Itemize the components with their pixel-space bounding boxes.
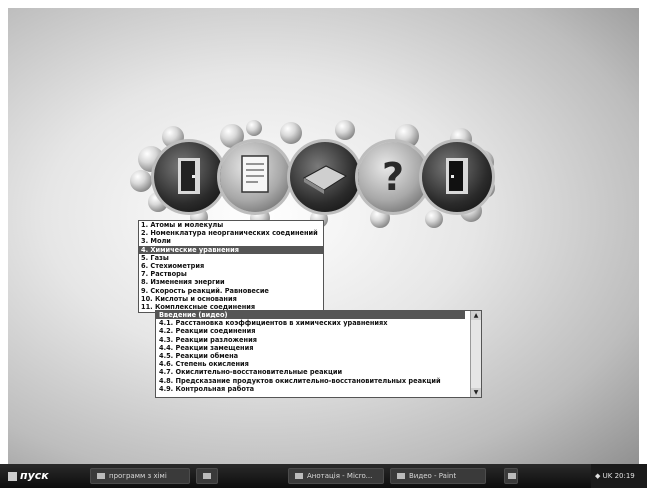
topic-item[interactable]: 2. Номенклатура неорганических соединени… — [139, 229, 323, 237]
help-icon[interactable]: ? — [358, 142, 428, 212]
taskbar-button-small[interactable] — [504, 468, 518, 484]
start-label: пуск — [20, 469, 49, 482]
topic-item[interactable]: 10. Кислоты и основания — [139, 295, 323, 303]
door-enter-icon[interactable] — [154, 142, 224, 212]
subtopic-scrollbar[interactable]: ▲ ▼ — [470, 311, 481, 397]
folder-icon — [97, 473, 105, 479]
topic-item[interactable]: 5. Газы — [139, 254, 323, 262]
topic-list: 1. Атомы и молекулы 2. Номенклатура неор… — [138, 220, 324, 313]
subtopic-list: Введение (видео) 4.1. Расстановка коэффи… — [155, 310, 482, 398]
topic-item-selected[interactable]: 4. Химические уравнения — [139, 245, 323, 254]
subtopic-item-selected[interactable]: Введение (видео) — [156, 311, 465, 320]
decor-bubble — [280, 122, 302, 144]
svg-text:?: ? — [382, 155, 404, 199]
decor-bubble — [425, 210, 443, 228]
subtopic-item[interactable]: 4.5. Реакции обмена — [156, 352, 465, 360]
topic-item[interactable]: 7. Растворы — [139, 270, 323, 278]
windows-logo-icon — [8, 471, 17, 481]
subtopic-item[interactable]: 4.6. Степень окисления — [156, 360, 465, 368]
clock: 20:19 — [614, 472, 635, 480]
decor-bubble — [335, 120, 355, 140]
topic-item[interactable]: 8. Изменения энергии — [139, 278, 323, 286]
language-indicator[interactable]: UK — [603, 472, 613, 480]
subtopic-item[interactable]: 4.1. Расстановка коэффициентов в химичес… — [156, 319, 465, 327]
topic-item[interactable]: 1. Атомы и молекулы — [139, 221, 323, 229]
scroll-down-icon[interactable]: ▼ — [471, 388, 481, 397]
desktop: ? 1. Атомы и молекулы 2. Номенклатура не… — [8, 8, 639, 468]
main-menu-bubbles: ? — [130, 120, 495, 232]
document-icon[interactable] — [220, 142, 290, 212]
system-tray: ◆ UK 20:19 — [591, 464, 647, 488]
taskbar-button-window[interactable] — [196, 468, 218, 484]
word-icon — [295, 473, 303, 479]
taskbar: пуск программ з хімі Анотація - Micro...… — [0, 464, 647, 488]
subtopic-item[interactable]: 4.9. Контрольная работа — [156, 385, 465, 393]
subtopic-item[interactable]: 4.3. Реакции разложения — [156, 336, 465, 344]
subtopic-item[interactable]: 4.8. Предсказание продуктов окислительно… — [156, 377, 465, 385]
topic-item[interactable]: 9. Скорость реакций. Равновесие — [139, 287, 323, 295]
taskbar-button-folder[interactable]: программ з хімі — [90, 468, 190, 484]
taskbar-button-paint[interactable]: Видео - Paint — [390, 468, 486, 484]
app-icon — [508, 473, 516, 479]
window-icon — [203, 473, 211, 479]
book-icon[interactable] — [290, 142, 360, 212]
subtopic-item[interactable]: 4.4. Реакции замещения — [156, 344, 465, 352]
taskbar-button-word[interactable]: Анотація - Micro... — [288, 468, 384, 484]
decor-bubble — [246, 120, 262, 136]
topic-item[interactable]: 6. Стехиометрия — [139, 262, 323, 270]
paint-icon — [397, 473, 405, 479]
start-button[interactable]: пуск — [4, 466, 70, 486]
network-icon[interactable]: ◆ — [595, 472, 600, 480]
decor-bubble — [130, 170, 152, 192]
subtopic-item[interactable]: 4.2. Реакции соединения — [156, 327, 465, 335]
scroll-up-icon[interactable]: ▲ — [471, 311, 481, 320]
subtopic-item[interactable]: 4.7. Окислительно-восстановительные реак… — [156, 368, 465, 376]
topic-item[interactable]: 3. Моли — [139, 237, 323, 245]
door-exit-icon[interactable] — [422, 142, 492, 212]
